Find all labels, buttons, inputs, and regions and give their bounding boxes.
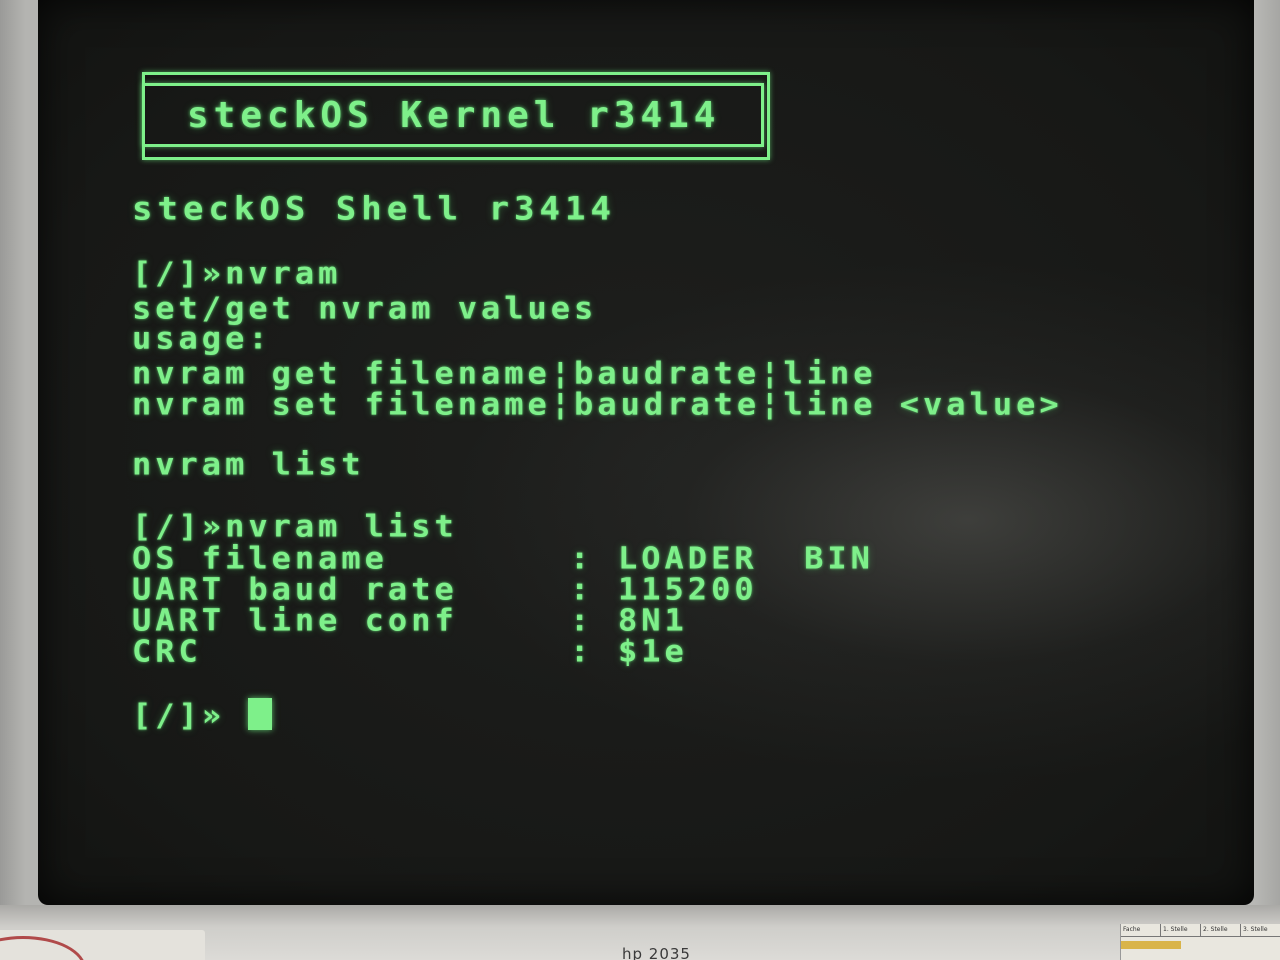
- terminal[interactable]: steckOS Kernel r3414 steckOS Shell r3414…: [38, 0, 1254, 905]
- prompt-line-2: [/]»nvram list: [132, 508, 458, 544]
- kernel-banner: steckOS Kernel r3414: [142, 72, 770, 160]
- text-cursor[interactable]: [248, 698, 272, 730]
- crt-screen: steckOS Kernel r3414 steckOS Shell r3414…: [38, 0, 1254, 905]
- sticker-left: [0, 930, 205, 960]
- shell-title: steckOS Shell r3414: [132, 190, 616, 228]
- sticker-cell: 1. Stelle: [1161, 924, 1201, 936]
- sticker-cell: 2. Stelle: [1201, 924, 1241, 936]
- output-line: nvram set filename¦baudrate¦line <value>: [132, 386, 1063, 423]
- sticker-stripe: [1121, 941, 1181, 949]
- command-text: nvram list: [225, 508, 458, 545]
- nvram-separator: :: [570, 633, 594, 670]
- prompt-line-1: [/]»nvram: [132, 255, 341, 291]
- output-line: nvram list: [132, 446, 365, 483]
- sticker-cell: Fache: [1121, 924, 1161, 936]
- prompt: [/]»: [132, 508, 226, 545]
- current-prompt: [/]»: [132, 697, 226, 734]
- monitor-brand-label: hp 2035: [622, 945, 691, 960]
- sticker-right: Fache 1. Stelle 2. Stelle 3. Stelle: [1120, 924, 1280, 960]
- sticker-cell: 3. Stelle: [1241, 924, 1280, 936]
- command-text: nvram: [225, 255, 342, 292]
- kernel-banner-text: steckOS Kernel r3414: [187, 95, 721, 136]
- sticker-ring-logo: [0, 936, 86, 960]
- nvram-value: $1e: [618, 633, 688, 670]
- output-line: usage:: [132, 320, 272, 357]
- nvram-key: CRC: [132, 633, 202, 670]
- sticker-cells: Fache 1. Stelle 2. Stelle 3. Stelle: [1121, 924, 1280, 937]
- prompt: [/]»: [132, 255, 226, 292]
